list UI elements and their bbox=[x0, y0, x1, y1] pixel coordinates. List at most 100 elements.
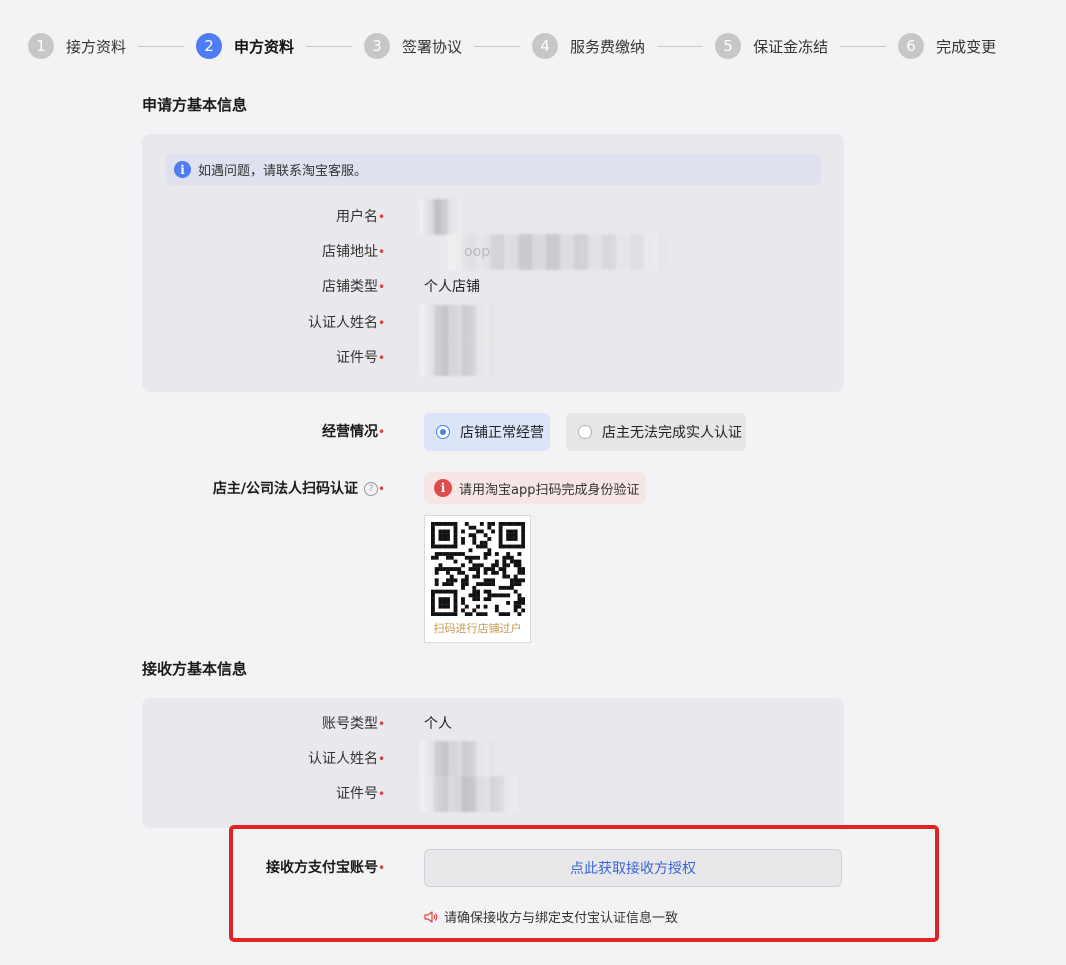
qr-module bbox=[513, 563, 518, 568]
qr-module bbox=[476, 604, 480, 609]
required-mark: • bbox=[378, 210, 386, 224]
qr-module bbox=[498, 567, 503, 571]
qr-module bbox=[434, 522, 439, 526]
qr-module bbox=[502, 570, 507, 575]
qr-module bbox=[442, 600, 447, 605]
required-mark: • bbox=[378, 752, 386, 766]
radio-owner-cannot-verify[interactable]: 店主无法完成实人认证 bbox=[566, 413, 746, 451]
qr-module bbox=[506, 600, 511, 605]
qr-module bbox=[457, 552, 462, 556]
progress-stepper: 1 接方资料 2 申方资料 3 签署协议 4 服务费缴纳 5 保证金冻结 6 完… bbox=[28, 33, 996, 59]
qr-module bbox=[453, 567, 458, 571]
qr-module bbox=[521, 529, 525, 534]
qr-module bbox=[487, 525, 492, 530]
radio-shop-normal[interactable]: 店铺正常经营 bbox=[424, 413, 550, 451]
qr-module bbox=[513, 533, 518, 538]
qr-module bbox=[472, 567, 477, 571]
qr-module bbox=[498, 529, 503, 534]
qr-module bbox=[513, 589, 518, 594]
qr-module bbox=[513, 582, 518, 587]
qr-module bbox=[434, 555, 439, 560]
qr-module bbox=[521, 522, 525, 526]
qr-module bbox=[472, 574, 477, 579]
qr-module bbox=[442, 597, 447, 602]
step-number: 6 bbox=[898, 33, 925, 59]
qr-module bbox=[442, 612, 447, 616]
qr-module bbox=[483, 578, 488, 583]
qr-module bbox=[498, 612, 503, 616]
qr-module bbox=[446, 567, 450, 571]
step-number: 3 bbox=[364, 33, 391, 59]
qr-module bbox=[446, 612, 450, 616]
id-number-row: 证件号 • bbox=[142, 340, 844, 376]
qr-module bbox=[468, 593, 473, 598]
qr-module bbox=[502, 567, 507, 571]
qr-module bbox=[502, 544, 507, 549]
qr-module bbox=[487, 522, 492, 526]
id-number-label: 证件号 bbox=[336, 350, 378, 366]
qr-module bbox=[446, 529, 450, 534]
qr-module bbox=[453, 578, 458, 583]
qr-module bbox=[442, 533, 447, 538]
qr-module bbox=[453, 604, 458, 609]
qr-module bbox=[517, 604, 522, 609]
qr-module bbox=[449, 589, 454, 594]
receiver-cert-name-row: 认证人姓名 • bbox=[142, 741, 844, 777]
qr-module bbox=[431, 589, 435, 594]
qr-module bbox=[483, 604, 488, 609]
step-2: 2 申方资料 bbox=[196, 33, 294, 59]
qr-code-card: 扫码进行店铺过户 bbox=[424, 515, 531, 643]
step-label: 接方资料 bbox=[66, 37, 127, 56]
qr-module bbox=[517, 563, 522, 568]
qr-module bbox=[483, 589, 488, 594]
qr-module bbox=[509, 582, 514, 587]
redacted-shop-url bbox=[448, 234, 670, 270]
qr-module bbox=[491, 582, 496, 587]
receiver-cert-name-label: 认证人姓名 bbox=[308, 751, 378, 767]
qr-module bbox=[464, 612, 469, 616]
help-icon[interactable]: ? bbox=[364, 482, 378, 496]
qr-module bbox=[506, 612, 511, 616]
qr-module bbox=[513, 600, 518, 605]
shop-type-label: 店铺类型 bbox=[322, 279, 378, 295]
qr-module bbox=[472, 555, 477, 560]
qr-module bbox=[479, 540, 484, 545]
qr-module bbox=[461, 570, 465, 575]
scan-verify-label-text: 店主/公司法人扫码认证 bbox=[212, 481, 358, 497]
step-number: 1 bbox=[28, 33, 54, 59]
qr-module bbox=[446, 555, 450, 560]
shop-url-row: 店铺地址 • oop bbox=[142, 234, 844, 270]
qr-module bbox=[494, 604, 499, 609]
qr-module bbox=[509, 533, 514, 538]
qr-module bbox=[509, 559, 514, 564]
qr-module bbox=[498, 525, 503, 530]
step-5: 5 保证金冻结 bbox=[715, 33, 828, 59]
qr-module bbox=[483, 544, 488, 549]
required-mark: • bbox=[378, 482, 386, 496]
qr-module bbox=[461, 552, 465, 556]
shop-type-value: 个人店铺 bbox=[424, 279, 480, 295]
qr-module bbox=[498, 544, 503, 549]
qr-module bbox=[517, 559, 522, 564]
highlight-annotation-box bbox=[229, 825, 939, 942]
radio-unchecked-icon bbox=[578, 425, 592, 439]
qr-module bbox=[491, 522, 496, 526]
qr-code-image bbox=[431, 522, 525, 616]
qr-module bbox=[476, 555, 480, 560]
qr-module bbox=[521, 533, 525, 538]
qr-module bbox=[472, 597, 477, 602]
account-type-label: 账号类型 bbox=[322, 716, 378, 732]
qr-module bbox=[521, 608, 525, 613]
qr-module bbox=[434, 589, 439, 594]
qr-module bbox=[494, 563, 499, 568]
qr-module bbox=[464, 574, 469, 579]
qr-module bbox=[472, 593, 477, 598]
qr-module bbox=[461, 537, 465, 541]
qr-module bbox=[442, 552, 447, 556]
qr-module bbox=[509, 529, 514, 534]
qr-module bbox=[513, 608, 518, 613]
qr-module bbox=[438, 522, 443, 526]
qr-module bbox=[517, 522, 522, 526]
qr-module bbox=[506, 555, 511, 560]
qr-module bbox=[446, 533, 450, 538]
